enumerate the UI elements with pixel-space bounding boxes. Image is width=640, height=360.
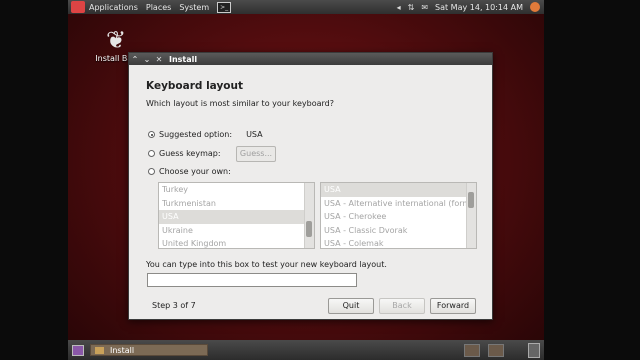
taskbar-install[interactable]: Install — [90, 344, 208, 356]
variant-scroll-thumb[interactable] — [468, 192, 474, 208]
list-item[interactable]: USA — [159, 210, 314, 224]
list-item[interactable]: USA - Alternative international (form — [321, 197, 476, 211]
suggested-value: USA — [246, 130, 263, 139]
top-panel: Applications Places System >_ ◂ ⇅ ✉ Sat … — [68, 0, 544, 14]
close-icon[interactable]: ✕ — [153, 55, 165, 64]
user-icon[interactable] — [530, 2, 540, 12]
radio-suggested-row[interactable]: Suggested option: USA — [148, 130, 263, 139]
list-item[interactable]: Turkmenistan — [159, 197, 314, 211]
variant-list[interactable]: USA USA - Alternative international (for… — [320, 182, 477, 249]
suggested-label: Suggested option: — [159, 130, 233, 139]
clock[interactable]: Sat May 14, 10:14 AM — [435, 3, 523, 12]
page-title: Keyboard layout — [146, 80, 243, 92]
window-title: Install — [169, 54, 198, 64]
kali-logo-icon[interactable] — [71, 1, 85, 13]
menu-system[interactable]: System — [179, 3, 209, 12]
step-indicator: Step 3 of 7 — [152, 301, 196, 310]
variant-scrollbar[interactable] — [466, 183, 476, 248]
guess-button[interactable]: Guess... — [236, 146, 276, 162]
page-question: Which layout is most similar to your key… — [146, 99, 335, 108]
test-label: You can type into this box to test your … — [146, 260, 387, 269]
workspace-2[interactable] — [488, 344, 504, 357]
list-item[interactable]: Turkey — [159, 183, 314, 197]
window-titlebar[interactable]: ⌃ ⌄ ✕ Install — [129, 53, 492, 65]
terminal-icon[interactable]: >_ — [217, 1, 232, 13]
mail-icon[interactable]: ✉ — [421, 3, 428, 12]
quit-button[interactable]: Quit — [328, 298, 374, 314]
show-desktop-icon[interactable] — [72, 344, 84, 356]
guess-label: Guess keymap: — [159, 149, 221, 158]
maximize-icon[interactable]: ⌄ — [141, 55, 153, 64]
minimize-icon[interactable]: ⌃ — [129, 55, 141, 64]
country-scroll-thumb[interactable] — [306, 221, 312, 237]
list-item[interactable]: USA - Classic Dvorak — [321, 224, 476, 238]
taskbar-install-label: Install — [110, 345, 135, 355]
radio-choose[interactable] — [148, 168, 155, 175]
dragon-icon: ❦ — [105, 26, 127, 54]
menu-places[interactable]: Places — [146, 3, 171, 12]
menu-applications[interactable]: Applications — [89, 3, 138, 12]
workspace-1[interactable] — [464, 344, 480, 357]
bottom-panel: Install — [68, 340, 544, 360]
trash-icon[interactable] — [528, 343, 540, 358]
radio-guess[interactable] — [148, 150, 155, 157]
country-list[interactable]: Turkey Turkmenistan USA Ukraine United K… — [158, 182, 315, 249]
window-content: Keyboard layout Which layout is most sim… — [129, 65, 492, 319]
choose-label: Choose your own: — [159, 167, 231, 176]
list-item[interactable]: Ukraine — [159, 224, 314, 238]
volume-icon[interactable]: ◂ — [397, 3, 401, 12]
list-item[interactable]: USA — [321, 183, 476, 197]
radio-choose-row[interactable]: Choose your own: — [148, 167, 231, 176]
keyboard-test-input[interactable] — [147, 273, 357, 287]
installer-icon — [95, 346, 104, 354]
network-icon[interactable]: ⇅ — [408, 3, 415, 12]
back-button[interactable]: Back — [379, 298, 425, 314]
desktop-screen: Applications Places System >_ ◂ ⇅ ✉ Sat … — [68, 0, 544, 360]
radio-guess-row[interactable]: Guess keymap: — [148, 149, 221, 158]
list-item[interactable]: United Kingdom — [159, 237, 314, 248]
install-window: ⌃ ⌄ ✕ Install Keyboard layout Which layo… — [128, 52, 493, 320]
country-scrollbar[interactable] — [304, 183, 314, 248]
forward-button[interactable]: Forward — [430, 298, 476, 314]
radio-suggested[interactable] — [148, 131, 155, 138]
list-item[interactable]: USA - Cherokee — [321, 210, 476, 224]
list-item[interactable]: USA - Colemak — [321, 237, 476, 248]
